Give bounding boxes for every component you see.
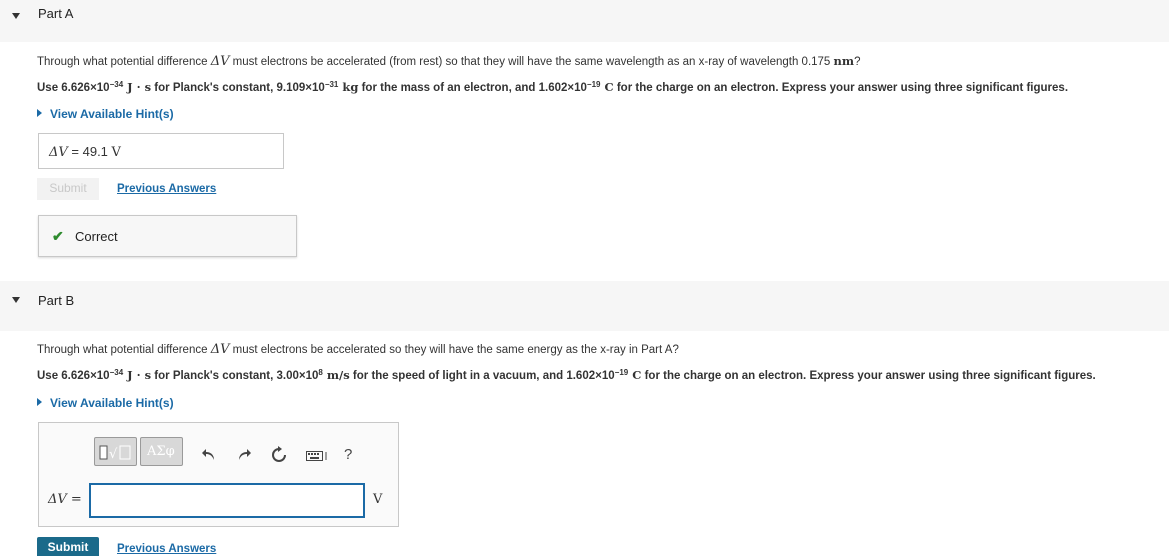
checkmark-icon: ✔ xyxy=(52,228,64,244)
collapse-triangle-icon[interactable] xyxy=(12,297,20,303)
reset-icon[interactable] xyxy=(270,446,288,469)
part-b-header[interactable]: Part B xyxy=(0,281,1169,331)
collapse-triangle-icon[interactable] xyxy=(12,13,20,19)
part-a-view-hints-link[interactable]: View Available Hint(s) xyxy=(37,107,174,121)
greek-symbols-button[interactable]: ΑΣφ xyxy=(140,437,183,466)
caret-right-icon xyxy=(37,398,42,406)
templates-icon: √ xyxy=(99,445,131,462)
part-b-unit: V xyxy=(373,492,383,507)
part-b-input-label: ΔV = xyxy=(48,492,82,507)
part-a-question-line2: Use 6.626×10−34 J · s for Planck's const… xyxy=(37,80,1069,94)
part-a-question-line1: Through what potential difference ΔV mus… xyxy=(37,54,861,69)
templates-button[interactable]: √ xyxy=(94,437,137,466)
caret-right-icon xyxy=(37,109,42,117)
part-b-submit-button[interactable]: Submit xyxy=(37,537,99,556)
part-b-question-line1: Through what potential difference ΔV mus… xyxy=(37,342,679,357)
part-a-submit-button: Submit xyxy=(37,178,99,200)
part-b-title: Part B xyxy=(38,293,75,308)
part-a-previous-answers-link[interactable]: Previous Answers xyxy=(117,183,216,195)
part-a-feedback: ✔ Correct xyxy=(38,215,297,257)
part-b-view-hints-link[interactable]: View Available Hint(s) xyxy=(37,396,174,410)
help-button[interactable]: ? xyxy=(344,446,352,463)
redo-icon[interactable] xyxy=(236,447,252,468)
part-a-answer-display: ΔV = 49.1 V xyxy=(38,133,284,169)
undo-icon[interactable] xyxy=(201,447,217,468)
part-a-title: Part A xyxy=(38,6,74,21)
keyboard-icon[interactable] xyxy=(306,449,328,468)
part-b-previous-answers-link[interactable]: Previous Answers xyxy=(117,543,216,555)
part-a-header[interactable]: Part A xyxy=(0,0,1169,42)
part-b-answer-input[interactable] xyxy=(89,483,365,518)
part-b-question-line2: Use 6.626×10−34 J · s for Planck's const… xyxy=(37,368,1096,382)
svg-text:√: √ xyxy=(109,447,118,462)
